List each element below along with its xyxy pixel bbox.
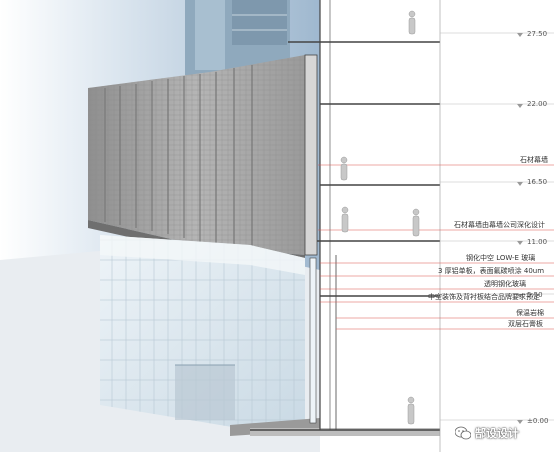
- wechat-icon: [455, 426, 471, 440]
- person-figure: [341, 206, 349, 233]
- person-figure: [340, 156, 348, 181]
- level-label: 16.50: [527, 178, 548, 186]
- watermark: 郜设设计: [455, 424, 519, 442]
- level-label: 11.00: [527, 238, 548, 246]
- callout-insulation: 保温岩棉: [516, 309, 544, 317]
- watermark-text: 郜设设计: [475, 427, 519, 440]
- callout-tempered-glass: 透明钢化玻璃: [484, 280, 526, 288]
- scale-figures: [340, 10, 420, 425]
- stone-curtain-wall: [88, 55, 305, 262]
- callout-decorative-backing: 中空装饰及背衬板结合品牌要求预定: [428, 293, 540, 301]
- person-figure: [407, 396, 415, 425]
- callout-aluminum-panel: 3 厚铝单板，表面氟碳喷涂 40um: [438, 267, 545, 275]
- callout-lowe-glass: 钢化中空 LOW-E 玻璃: [466, 254, 536, 262]
- person-figure: [412, 208, 420, 237]
- callout-stone-wall-deepening: 石材幕墙由幕墙公司深化设计: [454, 221, 545, 229]
- level-label: 22.00: [527, 100, 548, 108]
- person-figure: [408, 10, 416, 35]
- glass-podium: [100, 235, 305, 430]
- callout-leaders: [318, 164, 554, 330]
- level-label: 27.50: [527, 30, 548, 38]
- callout-stone-curtain-wall: 石材幕墙: [520, 156, 548, 164]
- level-label: ±0.00: [527, 417, 549, 425]
- callout-gypsum-board: 双层石膏板: [508, 320, 543, 328]
